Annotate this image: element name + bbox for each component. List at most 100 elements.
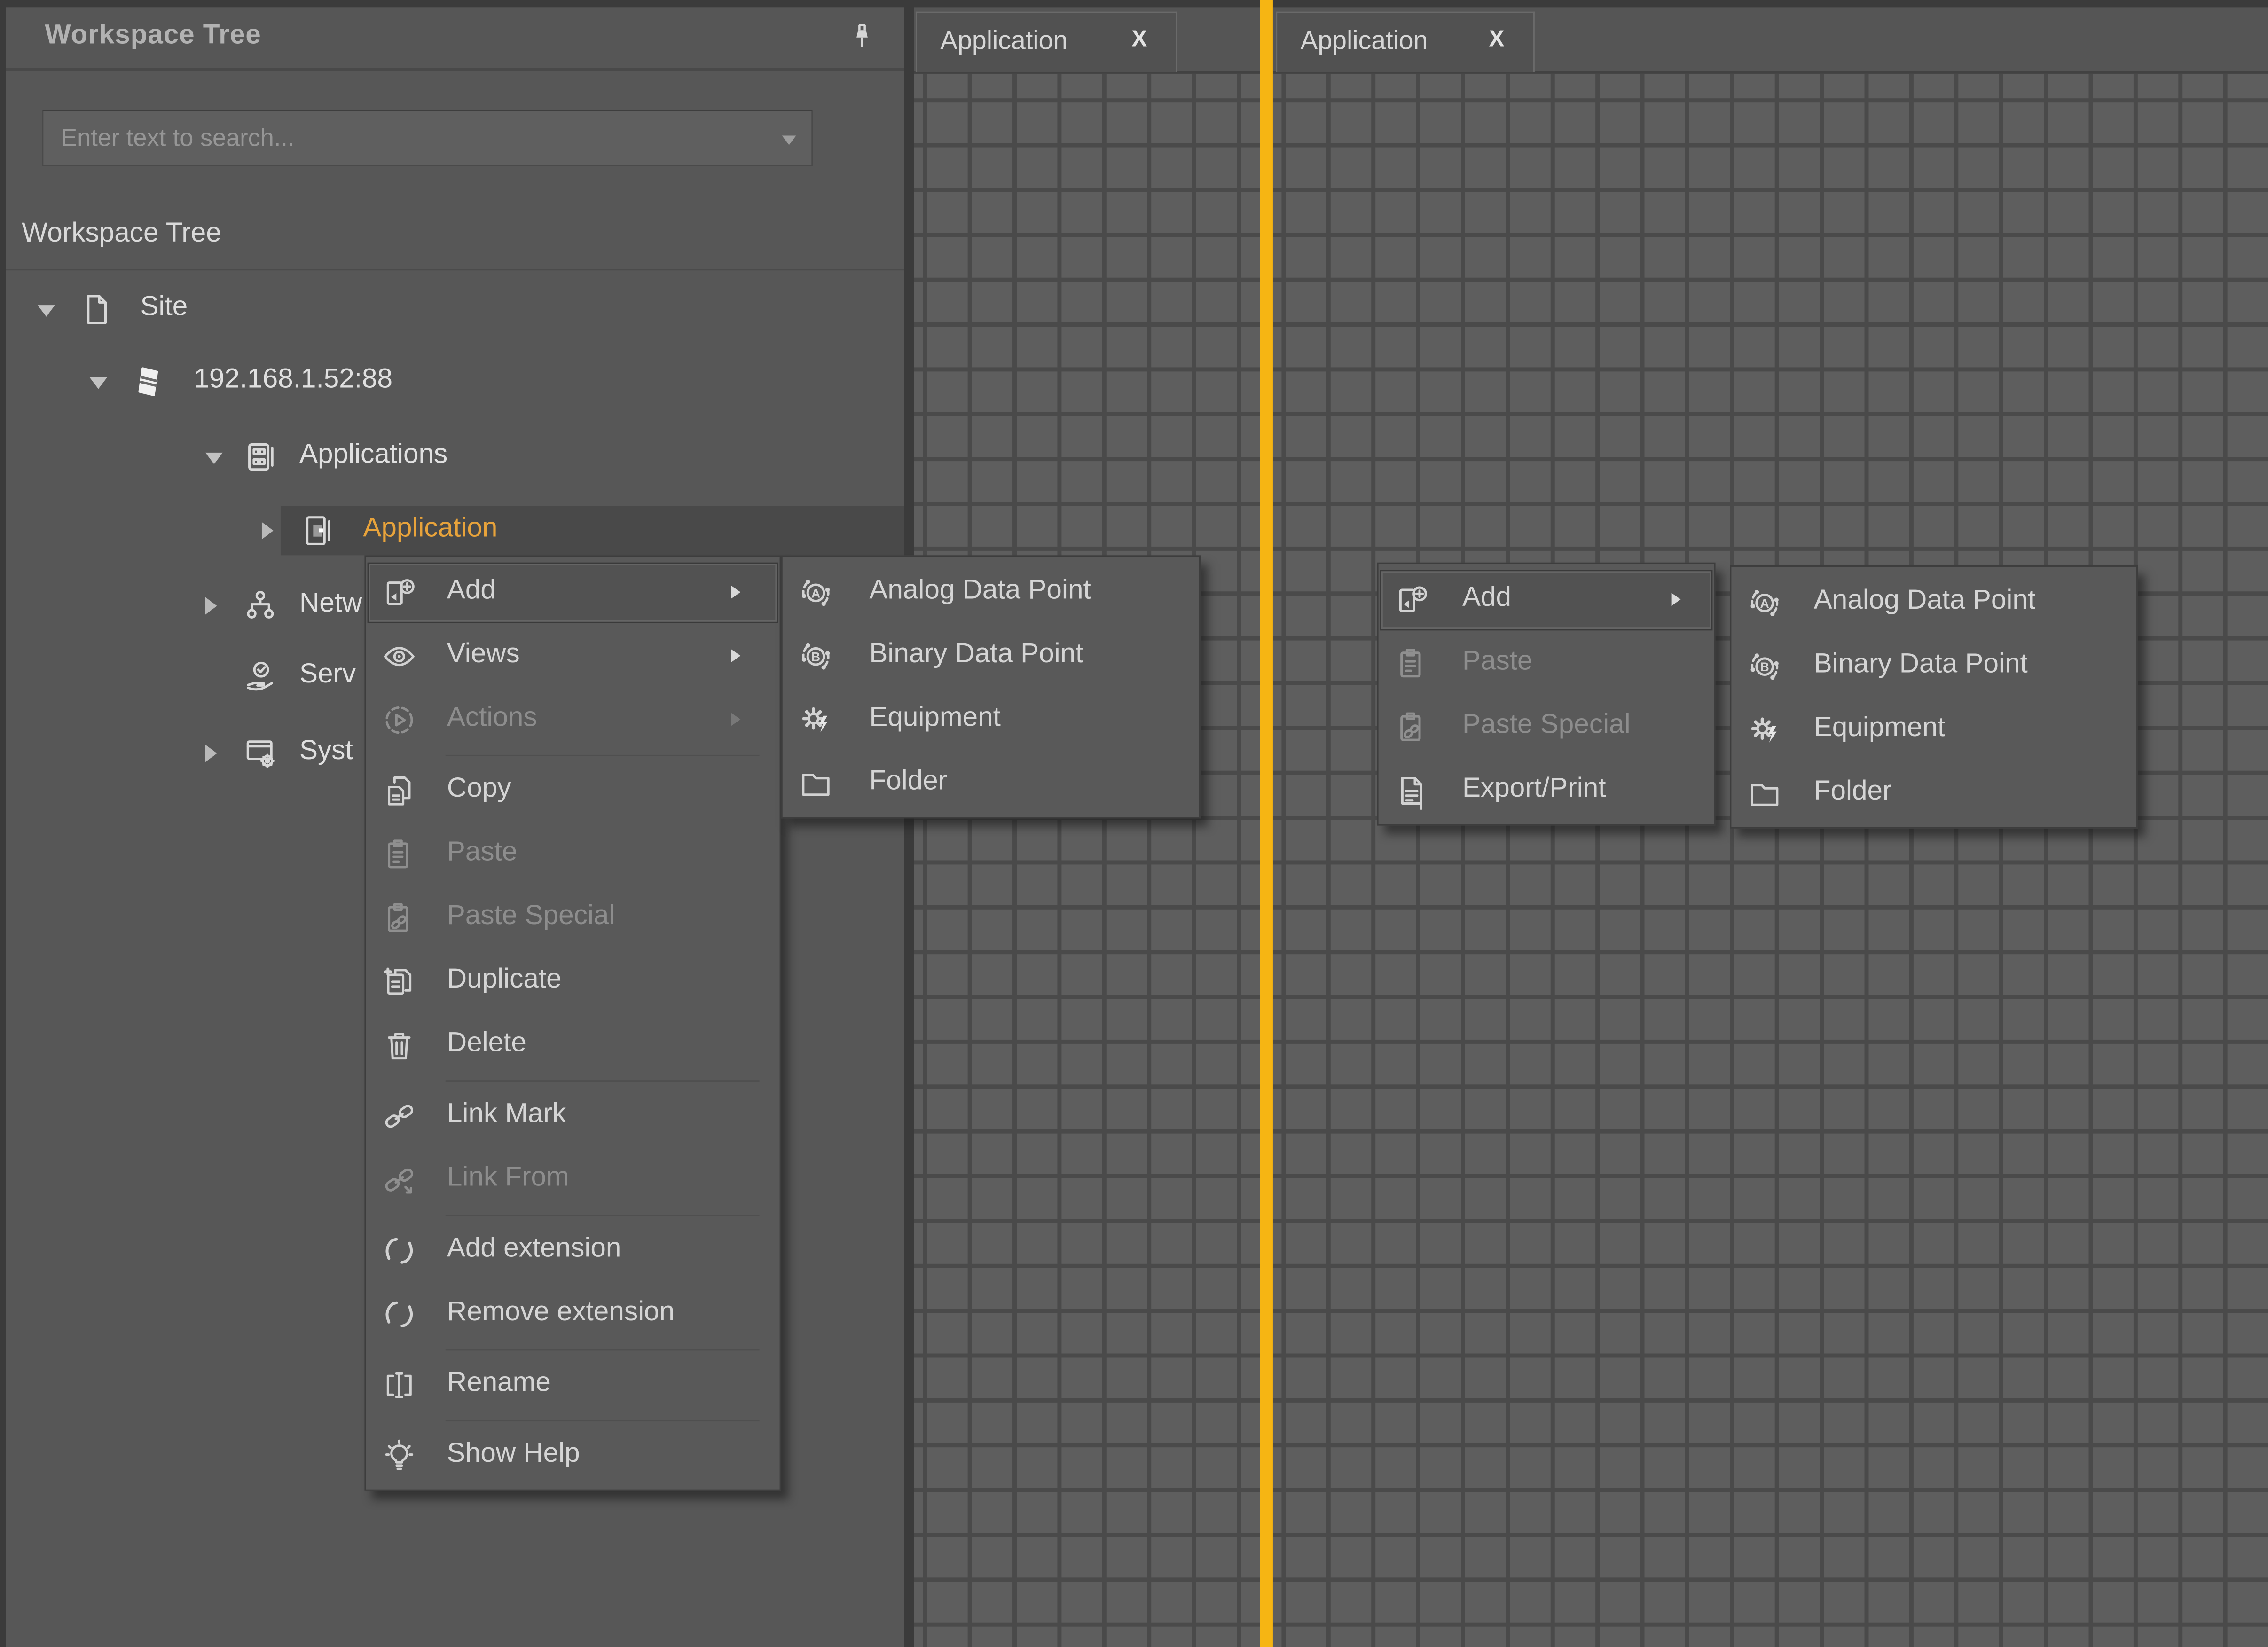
tab-application-pane1[interactable]: Application X: [916, 12, 1177, 72]
paste-special-icon: [380, 900, 418, 937]
menu-item-label: Rename: [447, 1368, 551, 1400]
expander-collapsed-icon[interactable]: [262, 522, 274, 540]
tree-item-label[interactable]: Applications: [299, 439, 447, 471]
applications-icon: [242, 438, 279, 476]
menu-item-analog-data-point[interactable]: AAnalog Data Point: [783, 561, 1199, 625]
tree-row[interactable]: Site: [6, 285, 904, 334]
delete-icon: [380, 1027, 418, 1064]
pane-splitter[interactable]: [1260, 0, 1273, 1647]
menu-item-delete[interactable]: Delete: [366, 1014, 780, 1077]
tab-label: Application: [1300, 26, 1428, 56]
submenu-arrow-icon: [726, 646, 745, 665]
add-item-icon: [1393, 581, 1430, 619]
design-canvas-pane2[interactable]: [1273, 74, 2268, 1647]
menu-separator: [366, 1346, 780, 1353]
expander-expanded-icon[interactable]: [205, 453, 223, 464]
tree-item-label[interactable]: Site: [140, 292, 188, 324]
menu-item-label: Binary Data Point: [1814, 649, 2028, 681]
menu-item-add[interactable]: Add: [1379, 568, 1714, 632]
menu-item-rename[interactable]: Rename: [366, 1354, 780, 1417]
menu-item-label: Paste Special: [447, 901, 615, 933]
design-canvas-pane1[interactable]: [914, 74, 1260, 1647]
equipment-icon: [797, 701, 835, 739]
system-icon: [242, 735, 279, 772]
menu-item-label: Equipment: [869, 703, 1001, 735]
tree-row[interactable]: Applications: [6, 432, 904, 482]
menu-item-add[interactable]: Add: [366, 561, 780, 625]
paste-icon: [380, 836, 418, 873]
folder-icon: [1746, 775, 1783, 813]
views-icon: [380, 638, 418, 675]
menu-item-show-help[interactable]: Show Help: [366, 1424, 780, 1488]
svg-text:A: A: [811, 586, 820, 600]
close-icon[interactable]: X: [1131, 27, 1147, 53]
expander-expanded-icon[interactable]: [90, 377, 107, 389]
submenu-arrow-icon: [1666, 590, 1685, 609]
paste-special-icon: [1393, 708, 1430, 746]
menu-item-equipment[interactable]: Equipment: [783, 688, 1199, 752]
menu-item-label: Show Help: [447, 1439, 580, 1471]
tab-application-pane2[interactable]: Application X: [1276, 12, 1535, 72]
tree-item-label[interactable]: Application: [363, 513, 497, 545]
equipment-icon: [1746, 712, 1783, 749]
svg-text:B: B: [1760, 660, 1769, 674]
tab-bar-pane2: Application X: [1273, 7, 2268, 74]
menu-item-folder[interactable]: Folder: [783, 752, 1199, 816]
menu-item-label: Add: [447, 575, 496, 607]
remove-extension-icon: [380, 1295, 418, 1333]
menu-item-equipment[interactable]: Equipment: [1731, 698, 2136, 762]
tree-item-label[interactable]: Syst: [299, 736, 353, 768]
menu-item-paste[interactable]: Paste: [366, 823, 780, 886]
submenu-arrow-icon: [726, 710, 745, 729]
folder-icon: [797, 765, 835, 802]
menu-separator: [366, 752, 780, 759]
tree-item-label[interactable]: Netw: [299, 588, 362, 620]
menu-item-label: Views: [447, 639, 520, 671]
menu-item-remove-extension[interactable]: Remove extension: [366, 1283, 780, 1346]
expander-expanded-icon[interactable]: [38, 305, 55, 317]
show-help-icon: [380, 1437, 418, 1475]
menu-item-paste-special[interactable]: Paste Special: [366, 886, 780, 950]
tab-bar-pane1: Application X: [914, 7, 1260, 74]
menu-item-duplicate[interactable]: Duplicate: [366, 950, 780, 1013]
add-submenu-left: AAnalog Data PointBBinary Data Point Equi…: [781, 555, 1201, 818]
menu-item-add-extension[interactable]: Add extension: [366, 1219, 780, 1282]
menu-item-binary-data-point[interactable]: BBinary Data Point: [783, 625, 1199, 688]
application-icon: [299, 512, 337, 549]
menu-item-folder[interactable]: Folder: [1731, 762, 2136, 825]
close-icon[interactable]: X: [1489, 27, 1504, 53]
menu-item-label: Paste Special: [1462, 710, 1631, 742]
actions-icon: [380, 701, 418, 739]
menu-item-views[interactable]: Views: [366, 625, 780, 688]
context-menu-application: Add Views Actions CopyPaste Paste Special Dup…: [364, 555, 781, 1490]
menu-item-label: Duplicate: [447, 965, 562, 996]
tree-row[interactable]: Application: [6, 506, 904, 556]
menu-item-binary-data-point[interactable]: B Binary Data Point: [1731, 635, 2136, 698]
tree-item-label[interactable]: 192.168.1.52:88: [194, 364, 392, 396]
menu-item-label: Remove extension: [447, 1297, 675, 1329]
export-print-icon: [1393, 772, 1430, 810]
add-item-icon: [380, 574, 418, 612]
menu-item-label: Folder: [869, 766, 947, 798]
menu-item-link-mark[interactable]: Link Mark: [366, 1084, 780, 1148]
menu-item-link-from[interactable]: Link From: [366, 1148, 780, 1212]
menu-item-paste-special[interactable]: Paste Special: [1379, 696, 1714, 759]
tree-row[interactable]: 192.168.1.52:88: [6, 357, 904, 407]
menu-item-copy[interactable]: Copy: [366, 759, 780, 823]
menu-item-export-print[interactable]: Export/Print: [1379, 759, 1714, 823]
menu-item-analog-data-point[interactable]: AAnalog Data Point: [1731, 571, 2136, 635]
link-mark-icon: [380, 1098, 418, 1135]
svg-text:B: B: [811, 650, 820, 664]
menu-item-label: Analog Data Point: [1814, 586, 2035, 618]
add-extension-icon: [380, 1232, 418, 1270]
expander-collapsed-icon[interactable]: [205, 745, 217, 762]
menu-item-paste[interactable]: Paste: [1379, 632, 1714, 695]
menu-item-label: Folder: [1814, 776, 1892, 808]
tree-item-label[interactable]: Serv: [299, 659, 356, 691]
paste-icon: [1393, 645, 1430, 682]
rename-icon: [380, 1366, 418, 1404]
menu-item-label: Paste: [1462, 646, 1533, 678]
menu-separator: [366, 1212, 780, 1219]
menu-item-actions[interactable]: Actions: [366, 688, 780, 752]
expander-collapsed-icon[interactable]: [205, 597, 217, 615]
